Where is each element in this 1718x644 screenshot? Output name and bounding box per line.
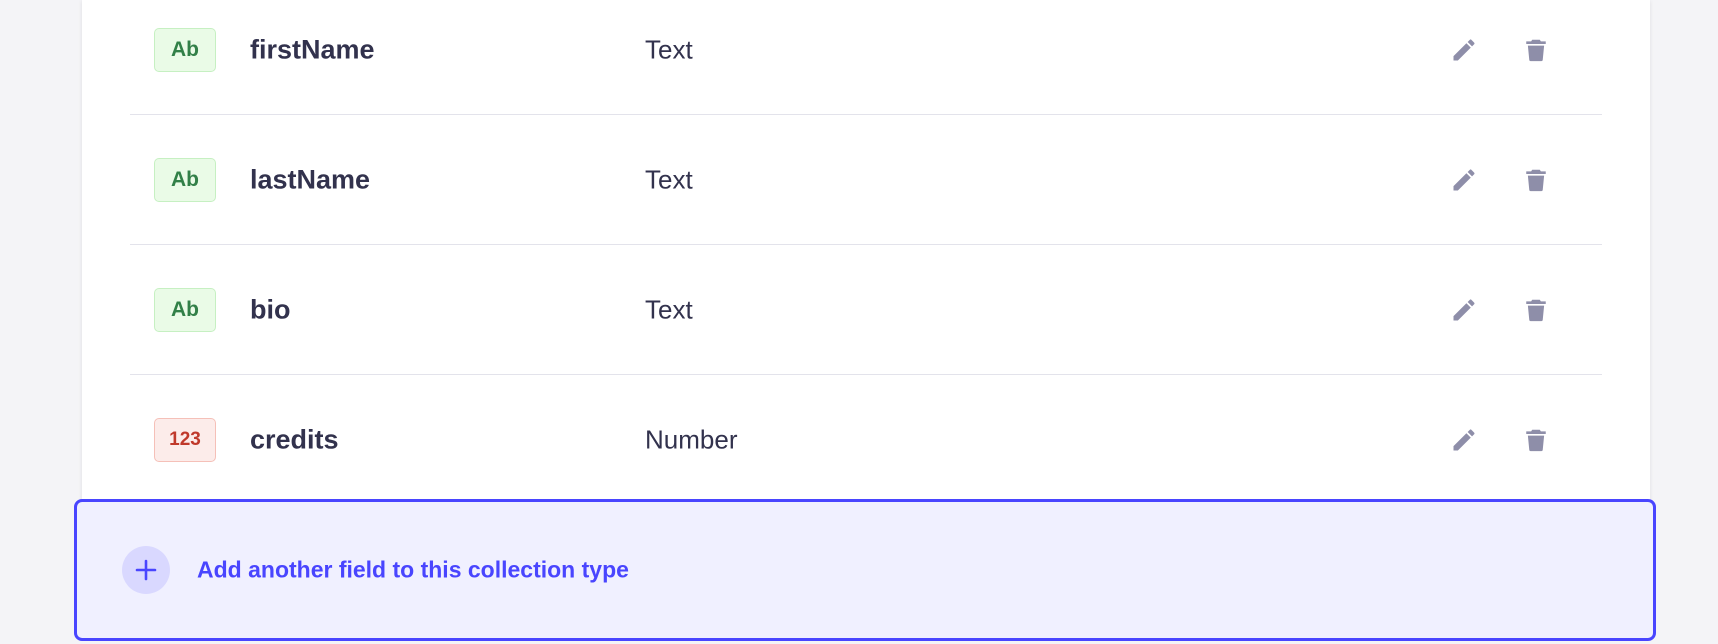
add-field-button[interactable]: Add another field to this collection typ… — [74, 499, 1656, 641]
trash-icon — [1526, 429, 1546, 452]
text-type-badge: Ab — [154, 27, 216, 72]
delete-field-button[interactable] — [1516, 290, 1556, 330]
edit-field-button[interactable] — [1444, 420, 1484, 460]
field-type: Text — [645, 294, 693, 324]
edit-field-button[interactable] — [1444, 160, 1484, 200]
add-circle — [122, 546, 170, 594]
field-type: Text — [645, 164, 693, 194]
text-type-badge: Ab — [154, 157, 216, 202]
edit-field-button[interactable] — [1444, 30, 1484, 70]
pencil-icon — [1453, 168, 1475, 190]
delete-field-button[interactable] — [1516, 30, 1556, 70]
field-row-bio: Ab bio Text — [130, 245, 1602, 375]
trash-icon — [1526, 299, 1546, 321]
pencil-icon — [1453, 298, 1475, 320]
field-row-lastname: Ab lastName Text — [130, 115, 1602, 245]
number-type-badge: 123 — [154, 418, 216, 462]
delete-field-button[interactable] — [1516, 160, 1556, 200]
plus-icon — [135, 559, 157, 581]
pencil-icon — [1453, 429, 1475, 451]
field-row-firstname: Ab firstName Text — [130, 0, 1602, 115]
field-name: credits — [250, 424, 339, 455]
delete-field-button[interactable] — [1516, 420, 1556, 460]
trash-icon — [1526, 169, 1546, 191]
field-name: firstName — [250, 34, 375, 64]
pencil-icon — [1453, 38, 1475, 60]
field-type: Number — [645, 424, 738, 455]
edit-field-button[interactable] — [1444, 290, 1484, 330]
add-field-label: Add another field to this collection typ… — [197, 556, 629, 583]
field-name: lastName — [250, 164, 371, 194]
field-type: Text — [645, 34, 693, 64]
trash-icon — [1526, 39, 1546, 61]
text-type-badge: Ab — [154, 287, 216, 332]
field-name: bio — [250, 294, 291, 324]
field-row-credits: 123 credits Number — [130, 375, 1602, 505]
